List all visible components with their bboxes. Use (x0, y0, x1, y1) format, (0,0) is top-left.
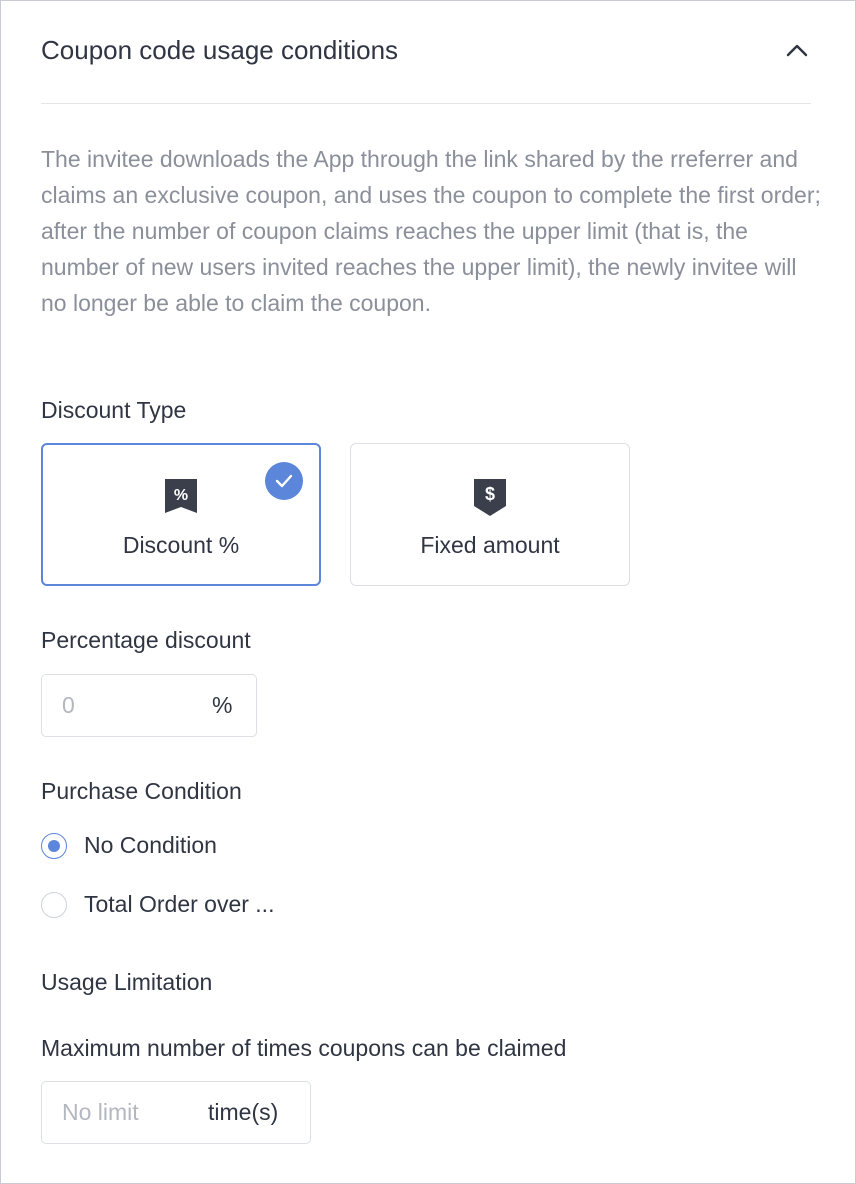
coupon-usage-panel: Coupon code usage conditions The invitee… (0, 0, 856, 1184)
section-title: Coupon code usage conditions (41, 34, 399, 65)
chevron-up-icon[interactable] (783, 36, 811, 64)
max-claims-label: Maximum number of times coupons can be c… (41, 1035, 567, 1061)
radio-button-checked[interactable] (41, 832, 67, 859)
dollar-tag-icon: $ (472, 478, 508, 523)
percent-suffix: % (212, 692, 233, 718)
dollar-glyph: $ (485, 484, 495, 504)
section-description: The invitee downloads the App through th… (41, 146, 821, 316)
max-claims-field[interactable]: time(s) (41, 1081, 311, 1144)
radio-no-condition[interactable]: No Condition (41, 832, 217, 859)
percentage-discount-input[interactable] (62, 692, 212, 719)
header-divider (41, 103, 811, 104)
discount-type-label: Discount Type (41, 397, 187, 423)
discount-percent-label: Discount % (122, 532, 240, 558)
percent-tag-icon: % (164, 478, 198, 523)
purchase-condition-label: Purchase Condition (41, 778, 242, 804)
checkmark-icon (265, 462, 303, 500)
section-header[interactable]: Coupon code usage conditions (41, 29, 811, 71)
times-suffix: time(s) (208, 1099, 279, 1125)
no-condition-label: No Condition (84, 832, 217, 858)
discount-type-fixed-card[interactable]: $ Fixed amount (350, 443, 630, 586)
max-claims-input[interactable] (62, 1099, 208, 1126)
total-order-over-label: Total Order over ... (84, 891, 275, 917)
radio-button-unchecked[interactable] (41, 891, 67, 918)
percentage-discount-field[interactable]: % (41, 674, 257, 737)
percentage-discount-label: Percentage discount (41, 627, 251, 653)
discount-type-percent-card[interactable]: % Discount % (41, 443, 321, 586)
usage-limitation-label: Usage Limitation (41, 969, 213, 995)
radio-total-order-over[interactable]: Total Order over ... (41, 891, 274, 918)
percent-glyph: % (174, 487, 188, 504)
fixed-amount-label: Fixed amount (420, 532, 560, 558)
